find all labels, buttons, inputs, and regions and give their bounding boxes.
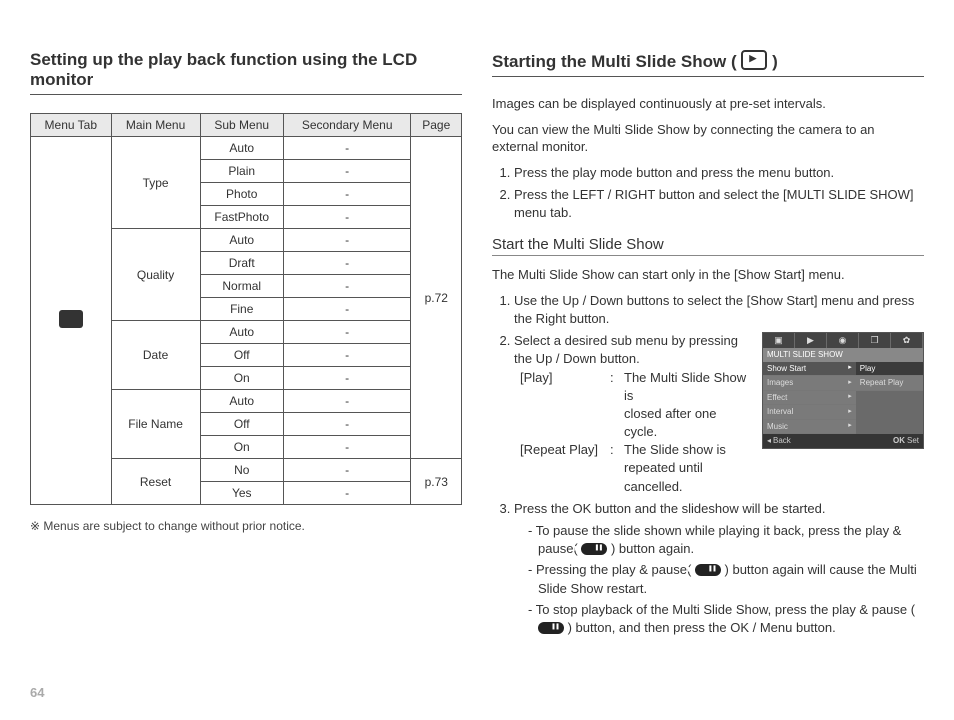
def-play-desc1: The Multi Slide Show is: [624, 370, 746, 403]
sub: Yes: [200, 482, 283, 505]
intro-2: You can view the Multi Slide Show by con…: [492, 121, 924, 156]
def-repeat-desc2: repeated until cancelled.: [624, 460, 703, 493]
sec: -: [283, 344, 411, 367]
th-page: Page: [411, 114, 462, 137]
main-reset: Reset: [111, 459, 200, 505]
lcd-screenshot: ▣ ▶ ◉ ❐ ✿ MULTI SLIDE SHOW Show Start▸ I…: [762, 332, 924, 449]
page-number: 64: [30, 685, 44, 700]
sub: Off: [200, 413, 283, 436]
slideshow-icon: [741, 50, 767, 70]
sub: Normal: [200, 275, 283, 298]
sub-steps: Use the Up / Down buttons to select the …: [492, 292, 924, 637]
top-steps: Press the play mode button and press the…: [492, 164, 924, 223]
lcd-item: Show Start: [767, 364, 806, 374]
sec: -: [283, 436, 411, 459]
lcd-sub: Play: [856, 362, 923, 377]
bullet-2: - Pressing the play & pause( ) button ag…: [528, 561, 924, 597]
th-mainmenu: Main Menu: [111, 114, 200, 137]
sub-step-3: Press the OK button and the slideshow wi…: [514, 500, 924, 637]
lcd-tab-icon: ▣: [763, 333, 795, 348]
sec: -: [283, 367, 411, 390]
sub-step-1: Use the Up / Down buttons to select the …: [514, 292, 924, 328]
sub: Photo: [200, 183, 283, 206]
lcd-tab-icon: ▶: [795, 333, 827, 348]
sec: -: [283, 298, 411, 321]
menutab-icon-cell: [31, 137, 112, 505]
sub: Auto: [200, 137, 283, 160]
lcd-tab-icon: ❐: [859, 333, 891, 348]
sub: Auto: [200, 390, 283, 413]
lcd-sub: Repeat Play: [856, 376, 923, 391]
top-step-2: Press the LEFT / RIGHT button and select…: [514, 186, 924, 222]
lcd-item: Music: [767, 422, 788, 432]
menu-table: Menu Tab Main Menu Sub Menu Secondary Me…: [30, 113, 462, 505]
main-type: Type: [111, 137, 200, 229]
sec: -: [283, 459, 411, 482]
lcd-set: Set: [907, 436, 919, 446]
th-menutab: Menu Tab: [31, 114, 112, 137]
play-pause-icon: [695, 564, 721, 576]
footnote: ※ Menus are subject to change without pr…: [30, 519, 462, 533]
th-submenu: Sub Menu: [200, 114, 283, 137]
main-quality: Quality: [111, 229, 200, 321]
sub: FastPhoto: [200, 206, 283, 229]
play-pause-icon: [538, 622, 564, 634]
top-step-1: Press the play mode button and press the…: [514, 164, 924, 182]
sub: Draft: [200, 252, 283, 275]
title-prefix: Starting the Multi Slide Show (: [492, 52, 741, 71]
sub: Plain: [200, 160, 283, 183]
printer-tab-icon: [59, 310, 83, 328]
sub: Auto: [200, 321, 283, 344]
sub: On: [200, 367, 283, 390]
sub-intro: The Multi Slide Show can start only in t…: [492, 266, 924, 284]
def-repeat-desc1: The Slide show is: [624, 442, 726, 457]
sec: -: [283, 183, 411, 206]
sec: -: [283, 252, 411, 275]
sec: -: [283, 321, 411, 344]
sub: Fine: [200, 298, 283, 321]
def-play-desc2: closed after one cycle.: [624, 406, 717, 439]
sec: -: [283, 275, 411, 298]
th-secondary: Secondary Menu: [283, 114, 411, 137]
sec: -: [283, 160, 411, 183]
bullet-3: - To stop playback of the Multi Slide Sh…: [528, 601, 924, 637]
sub: Off: [200, 344, 283, 367]
lcd-item: Effect: [767, 393, 787, 403]
page-73: p.73: [411, 459, 462, 505]
sub-step-2-text: Select a desired sub menu by pressing th…: [514, 332, 752, 368]
lcd-ok: OK: [893, 436, 905, 446]
sub: No: [200, 459, 283, 482]
lcd-item: Interval: [767, 407, 793, 417]
main-filename: File Name: [111, 390, 200, 459]
right-section-title: Starting the Multi Slide Show ( ): [492, 50, 924, 77]
main-date: Date: [111, 321, 200, 390]
page-72: p.72: [411, 137, 462, 459]
lcd-tab-icon: ✿: [891, 333, 923, 348]
sec: -: [283, 390, 411, 413]
sec: -: [283, 482, 411, 505]
lcd-title: MULTI SLIDE SHOW: [763, 348, 923, 362]
intro-1: Images can be displayed continuously at …: [492, 95, 924, 113]
left-section-title: Setting up the play back function using …: [30, 50, 462, 95]
lcd-item: Images: [767, 378, 793, 388]
sub: Auto: [200, 229, 283, 252]
play-pause-icon: [581, 543, 607, 555]
sub-step-3-text: Press the OK button and the slideshow wi…: [514, 501, 825, 516]
lcd-tab-icon: ◉: [827, 333, 859, 348]
sec: -: [283, 206, 411, 229]
bullet-1: - To pause the slide shown while playing…: [528, 522, 924, 558]
sec: -: [283, 413, 411, 436]
sec: -: [283, 137, 411, 160]
lcd-back: Back: [773, 436, 791, 446]
def-play-label: [Play]: [520, 369, 610, 442]
subsection-title: Start the Multi Slide Show: [492, 236, 924, 256]
sec: -: [283, 229, 411, 252]
sub: On: [200, 436, 283, 459]
def-repeat-label: [Repeat Play]: [520, 441, 610, 496]
sub-step-2: Select a desired sub menu by pressing th…: [514, 332, 924, 496]
title-suffix: ): [767, 52, 777, 71]
